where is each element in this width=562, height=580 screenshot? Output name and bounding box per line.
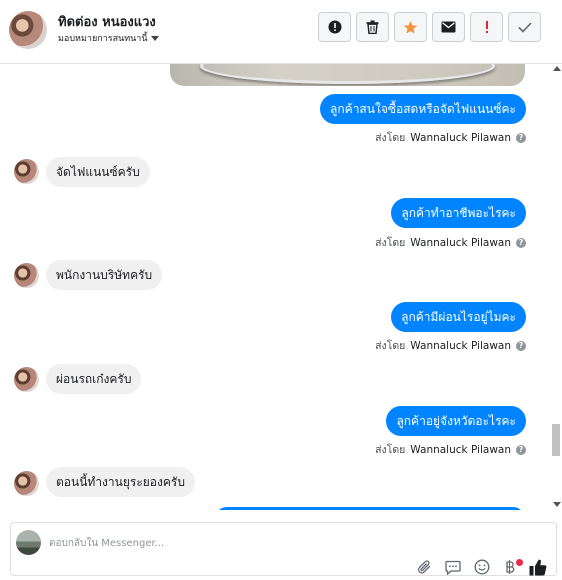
incoming-message[interactable]: พนักงานบริษัทครับ — [46, 260, 163, 290]
mark-done-button[interactable] — [508, 12, 541, 42]
mail-icon — [441, 21, 456, 33]
outgoing-message[interactable]: ลูกค้ามีผ่อนไรอยู่ไมคะ — [391, 302, 526, 332]
trash-icon — [366, 20, 379, 34]
contact-avatar-small — [14, 367, 39, 392]
message-list[interactable]: ลูกค้าสนใจซื้อสดหรือจัดไฟแนนซ์คะ ส่งโดย … — [0, 64, 551, 510]
contact-name[interactable]: ทิดต่อง หนองแวง — [58, 11, 156, 32]
incoming-message[interactable]: จัดไฟแนนซ์ครับ — [46, 157, 150, 187]
scroll-up-arrow-icon[interactable] — [553, 66, 561, 71]
sent-by-label: ส่งโดย Wannaluck Pilawan ? — [375, 337, 526, 354]
thumbs-up-icon[interactable] — [529, 559, 547, 576]
incoming-message[interactable]: ตอนนี้ทำงานยุระยองครับ — [46, 467, 195, 497]
scrollbar[interactable] — [551, 64, 562, 510]
star-icon — [403, 20, 418, 34]
sent-by-label: ส่งโดย Wannaluck Pilawan ? — [375, 441, 526, 458]
contact-avatar[interactable] — [9, 11, 47, 49]
outgoing-message[interactable]: ลูกค้าทำอาชีพอะไรคะ — [391, 198, 526, 228]
page-avatar — [16, 530, 41, 555]
conversation-header: ทิดต่อง หนองแวง มอบหมายการสนทนานี้ — [0, 0, 562, 64]
contact-avatar-small — [14, 159, 39, 184]
report-icon — [328, 20, 341, 34]
reply-input[interactable]: ตอบกลับใน Messenger... — [49, 536, 164, 551]
sent-by-label: ส่งโดย Wannaluck Pilawan ? — [375, 129, 526, 146]
sent-by-label: ส่งโดย Wannaluck Pilawan ? — [375, 234, 526, 251]
exclamation-icon — [485, 21, 488, 33]
star-button[interactable] — [394, 12, 427, 42]
contact-avatar-small — [14, 263, 39, 288]
paperclip-icon[interactable] — [415, 559, 433, 575]
notification-dot — [516, 559, 523, 566]
scroll-down-arrow-icon[interactable] — [553, 502, 561, 507]
shared-photo[interactable] — [170, 64, 525, 86]
mark-important-button[interactable] — [470, 12, 503, 42]
outgoing-message[interactable]: ลูกค้าอยู่จังหวัดอะไรคะ — [386, 406, 526, 436]
report-spam-button[interactable] — [318, 12, 351, 42]
help-icon[interactable]: ? — [516, 340, 526, 351]
mark-unread-button[interactable] — [432, 12, 465, 42]
reply-composer: ตอบกลับใน Messenger... — [10, 522, 557, 576]
assign-label: มอบหมายการสนทนานี้ — [58, 34, 148, 44]
assign-conversation-dropdown[interactable]: มอบหมายการสนทนานี้ — [58, 31, 159, 45]
delete-button[interactable] — [356, 12, 389, 42]
chat-bubble-icon[interactable] — [444, 559, 462, 575]
incoming-message[interactable]: ผ่อนรถเก๋งครับ — [46, 364, 142, 394]
help-icon[interactable]: ? — [516, 444, 526, 455]
outgoing-message[interactable]: ลูกค้าสนใจซื้อสดหรือจัดไฟแนนซ์คะ — [320, 94, 526, 124]
help-icon[interactable]: ? — [516, 237, 526, 248]
scrollbar-thumb[interactable] — [552, 424, 560, 456]
check-icon — [517, 21, 532, 33]
emoji-icon[interactable] — [473, 559, 491, 575]
outgoing-message-partial[interactable] — [215, 507, 525, 510]
contact-avatar-small — [14, 471, 39, 496]
caret-down-icon — [150, 35, 159, 41]
help-icon[interactable]: ? — [516, 132, 526, 143]
